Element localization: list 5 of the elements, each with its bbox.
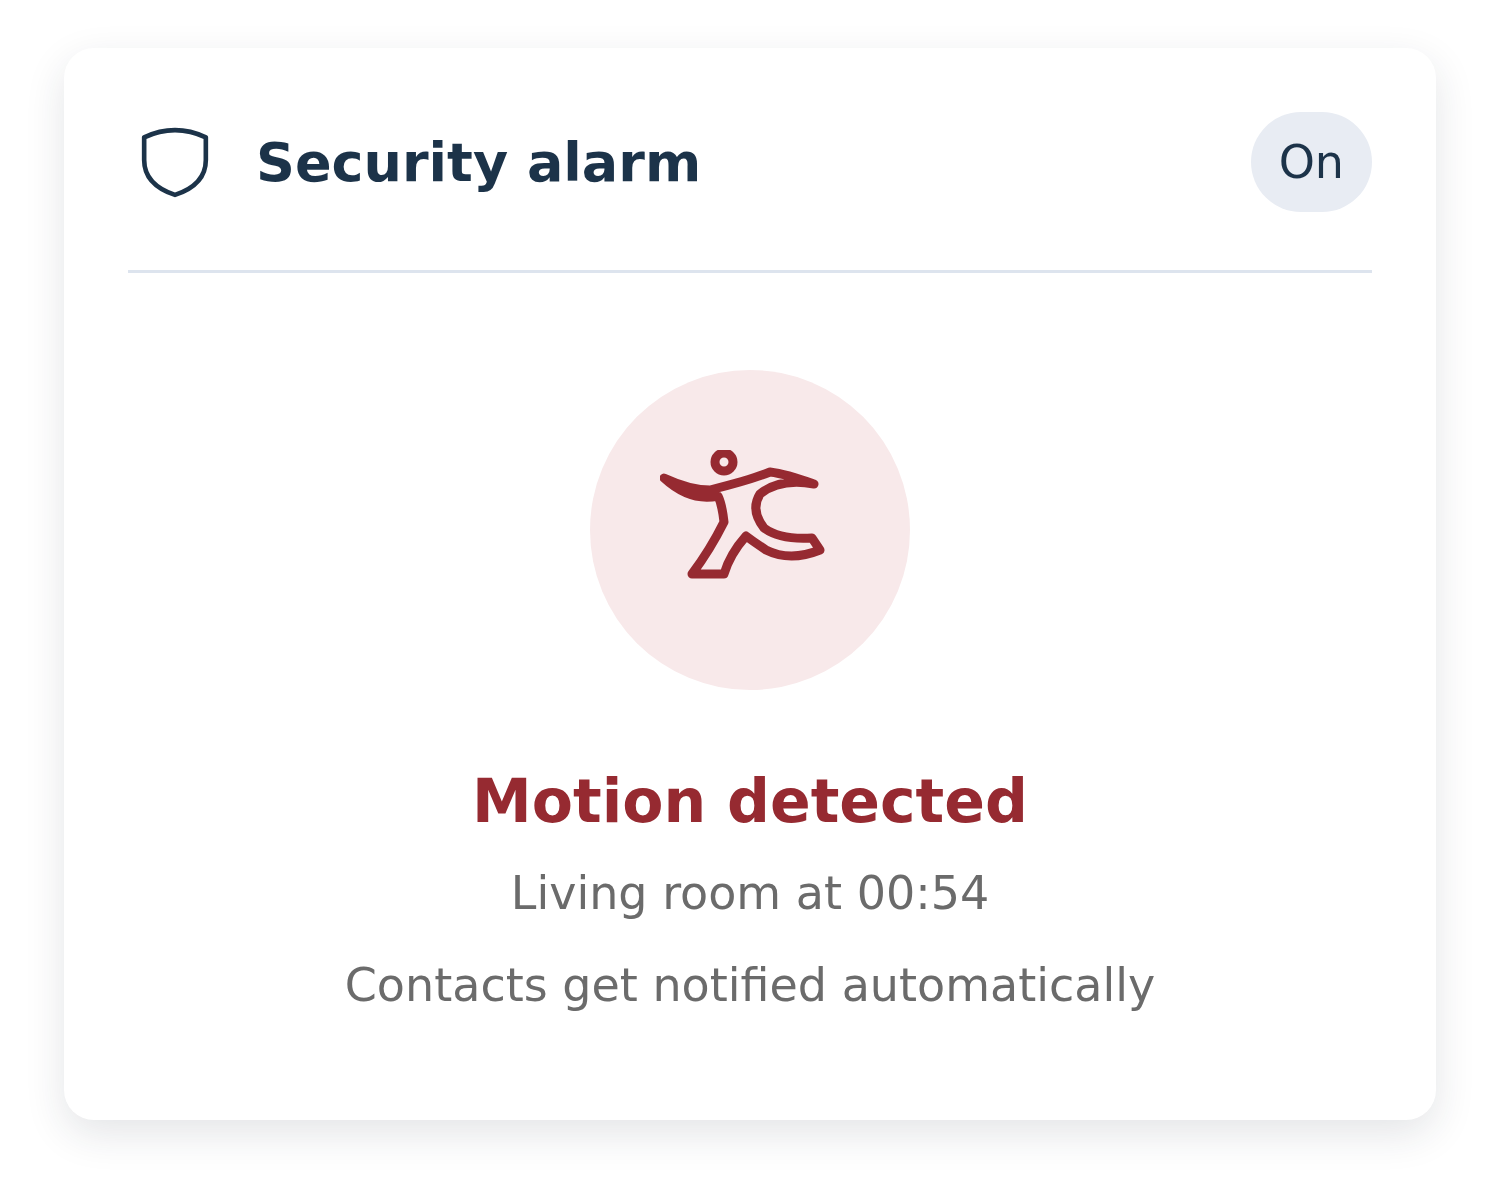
status-badge: On <box>1250 112 1372 212</box>
alert-title: Motion detected <box>472 766 1028 836</box>
card-title: Security alarm <box>256 130 703 194</box>
alert-note: Contacts get notified automatically <box>344 958 1156 1012</box>
alert-detail: Living room at 00:54 <box>510 866 990 920</box>
